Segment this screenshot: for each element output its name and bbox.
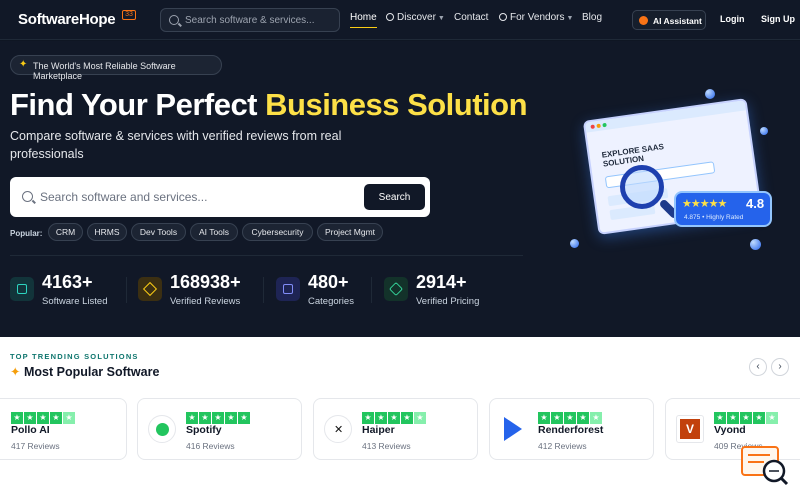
rating-stars-icon: ★★★★★: [11, 407, 76, 424]
stat-separator: [263, 277, 264, 303]
card-name: Spotify: [186, 424, 222, 436]
stat-separator: [126, 277, 127, 303]
nav-search-input[interactable]: [185, 12, 335, 29]
star-icon: [138, 277, 162, 301]
hero-title-main: Find Your Perfect: [10, 87, 266, 122]
ai-assistant-button[interactable]: AI Assistant: [632, 10, 706, 30]
stat-reviews-label: Verified Reviews: [170, 296, 241, 307]
vyond-logo-icon: V: [676, 415, 704, 443]
decor-bubble: [750, 239, 761, 250]
nav-link-discover-label: Discover: [397, 12, 436, 23]
login-link[interactable]: Login: [720, 14, 745, 24]
rating-stars-icon: ★★★★★: [362, 407, 427, 424]
hero-subtitle: Compare software & services with verifie…: [10, 129, 342, 161]
software-card-haiper[interactable]: ✕ ★ ★ ★ ★ ★ Haiper 413 Reviews: [313, 398, 478, 460]
hero-title: Find Your Perfect Business Solution: [10, 87, 528, 123]
stat-pricing-value: 2914+: [416, 272, 467, 292]
stat-reviews-value: 168938+: [170, 272, 241, 292]
decor-bubble: [570, 239, 579, 248]
nav-link-vendors-label: For Vendors: [510, 12, 565, 23]
store-icon: [499, 13, 507, 21]
software-card-pollo-ai[interactable]: ★ ★ ★ ★ ★ Pollo AI 417 Reviews: [0, 398, 127, 460]
hero-search-button[interactable]: Search: [364, 184, 425, 210]
tag-icon: [384, 277, 408, 301]
ai-sparkle-icon: [639, 16, 648, 25]
rating-stars-icon: ★★★★★: [186, 407, 251, 424]
card-name: Renderforest: [538, 424, 604, 436]
nav-link-blog[interactable]: Blog: [582, 12, 602, 23]
rating-value: 4.8: [746, 196, 765, 211]
rating-caption: 4.875 • Highly Rated: [684, 214, 744, 221]
stat-software-value: 4163+: [42, 272, 93, 292]
chat-widget-button[interactable]: [740, 445, 790, 487]
chip-dev-tools[interactable]: Dev Tools: [131, 223, 186, 241]
chip-cybersecurity[interactable]: Cybersecurity: [242, 223, 313, 241]
chip-crm[interactable]: CRM: [48, 223, 83, 241]
hero-divider: [10, 255, 523, 256]
trending-kicker: TOP TRENDING SOLUTIONS: [10, 352, 139, 361]
rating-stars-icon: ★★★★★: [538, 407, 603, 424]
rating-stars-icon: ★★★★★: [682, 198, 727, 210]
carousel-next-button[interactable]: ›: [771, 358, 789, 376]
trending-title-text: Most Popular Software: [23, 365, 160, 379]
stat-pricing-label: Verified Pricing: [416, 296, 480, 307]
card-name: Vyond: [714, 424, 746, 436]
hero-search-input[interactable]: [40, 187, 360, 207]
signup-link[interactable]: Sign Up: [761, 14, 795, 24]
tagline-badge: ✦ The World's Most Reliable Software Mar…: [10, 55, 222, 81]
sparkle-icon: ✦: [10, 365, 21, 379]
sparkle-icon: ✦: [19, 59, 28, 70]
site-logo[interactable]: SoftwareHope: [18, 11, 116, 28]
hero-search-box[interactable]: Search: [10, 177, 430, 217]
stat-categories-label: Categories: [308, 296, 354, 307]
stat-separator: [371, 277, 372, 303]
stat-software-label: Software Listed: [42, 296, 108, 307]
rating-stars-icon: ★★★★★: [714, 407, 779, 424]
rating-badge: ★★★★★ 4.8 4.875 • Highly Rated: [674, 191, 772, 227]
carousel-prev-button[interactable]: ‹: [749, 358, 767, 376]
trending-title: ✦ Most Popular Software: [10, 364, 159, 379]
haiper-logo-icon: ✕: [324, 415, 352, 443]
logo-badge-icon: 33: [122, 10, 136, 20]
top-nav: SoftwareHope 33 Home Discover▼ Contact F…: [0, 0, 800, 40]
stat-categories-value: 480+: [308, 272, 349, 292]
nav-link-home[interactable]: Home: [350, 12, 377, 28]
tagline-text: The World's Most Reliable Software Marke…: [33, 61, 176, 81]
search-icon: [22, 191, 33, 202]
chevron-down-icon: ▼: [437, 15, 445, 22]
card-name: Haiper: [362, 424, 395, 436]
card-reviews: 417 Reviews: [11, 441, 60, 451]
hero-section: ✦ The World's Most Reliable Software Mar…: [0, 41, 800, 337]
card-reviews: 413 Reviews: [362, 441, 411, 451]
chat-search-icon: [741, 446, 789, 486]
chip-project-mgmt[interactable]: Project Mgmt: [317, 223, 383, 241]
chevron-down-icon: ▼: [566, 15, 574, 22]
nav-link-contact[interactable]: Contact: [454, 12, 488, 23]
software-listed-icon: [10, 277, 34, 301]
software-card-renderforest[interactable]: ★ ★ ★ ★ ★ Renderforest 412 Reviews: [489, 398, 654, 460]
nav-link-discover[interactable]: Discover ▼: [386, 12, 445, 23]
trending-section: TOP TRENDING SOLUTIONS ✦ Most Popular So…: [0, 337, 800, 500]
decor-bubble: [760, 127, 768, 135]
hero-title-highlight: Business Solution: [265, 87, 528, 122]
chip-ai-tools[interactable]: AI Tools: [190, 223, 238, 241]
card-name: Pollo AI: [11, 424, 50, 436]
popular-label: Popular:: [10, 229, 43, 238]
nav-search-box[interactable]: [160, 8, 340, 32]
software-card-spotify[interactable]: ★ ★ ★ ★ ★ Spotify 416 Reviews: [137, 398, 302, 460]
ai-assistant-label: AI Assistant: [653, 16, 702, 26]
magnifier-icon: [620, 165, 664, 209]
search-icon: [169, 15, 179, 25]
renderforest-logo-icon: [500, 415, 528, 443]
card-reviews: 412 Reviews: [538, 441, 587, 451]
compass-icon: [386, 13, 394, 21]
chip-hrms[interactable]: HRMS: [87, 223, 127, 241]
grid-icon: [276, 277, 300, 301]
hero-illustration: EXPLORE SAAS SOLUTION ★★★★★ 4.8 4.875 • …: [560, 89, 780, 299]
nav-link-for-vendors[interactable]: For Vendors ▼: [499, 12, 573, 23]
decor-bubble: [705, 89, 715, 99]
spotify-logo-icon: [148, 415, 176, 443]
card-reviews: 416 Reviews: [186, 441, 235, 451]
